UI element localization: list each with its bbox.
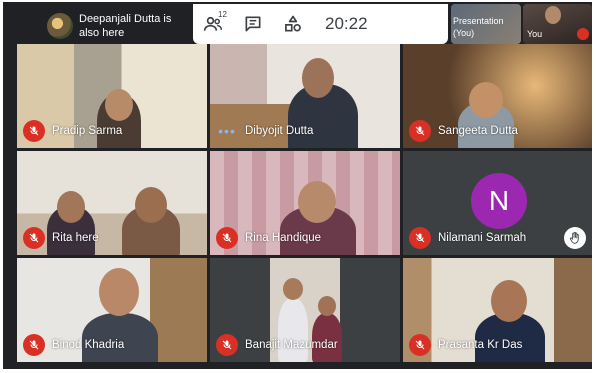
self-view-label: You [527,29,543,39]
shapes-icon [285,15,301,32]
presentation-label: Presentation (You) [453,16,504,38]
mic-off-icon [23,227,45,249]
avatar: N [471,173,527,229]
avatar [47,13,73,39]
participant-name: Prasanta Kr Das [438,339,523,351]
mic-off-icon [409,227,431,249]
mic-off-icon [23,334,45,356]
participant-tile[interactable]: N Nilamani Sarmah [403,151,592,255]
people-button[interactable]: 12 [193,4,233,44]
chat-button[interactable] [233,4,273,44]
join-notification: Deepanjali Dutta is also here [41,7,193,45]
mic-off-icon [409,334,431,356]
participant-count: 12 [218,10,227,19]
mic-off-icon [409,120,431,142]
participant-name: Pradip Sarma [52,125,123,137]
participant-tile[interactable]: Sangeeta Dutta [403,44,592,148]
mic-off-icon [23,120,45,142]
self-view-tile[interactable]: You [523,4,592,44]
chat-icon [245,16,261,32]
mic-off-icon [216,227,238,249]
participant-tile[interactable]: Rina Handique [210,151,400,255]
notification-text: Deepanjali Dutta is also here [79,13,172,39]
participant-name: Nilamani Sarmah [438,232,527,244]
participant-name: Dibyojit Dutta [245,125,314,137]
participant-name: Rita here [52,232,99,244]
participant-tile[interactable]: Banajit Mazumdar [210,258,400,362]
presentation-tile[interactable]: Presentation (You) [451,4,521,44]
participant-tile[interactable]: Rita here [17,151,207,255]
control-bar: 12 20:22 [193,4,448,44]
participant-tile[interactable]: Prasanta Kr Das [403,258,592,362]
meeting-clock: 20:22 [325,14,368,33]
participant-tile[interactable]: ••• Dibyojit Dutta [210,44,400,148]
participant-tile[interactable]: Pradip Sarma [17,44,207,148]
mic-off-icon [577,28,589,40]
participant-name: Banajit Mazumdar [245,339,338,351]
speaking-indicator-icon: ••• [218,123,236,139]
meeting-window: Deepanjali Dutta is also here 12 20:22 P… [3,2,592,369]
mic-off-icon [216,334,238,356]
participant-name: Binod Khadria [52,339,125,351]
activities-button[interactable] [273,4,313,44]
participant-name: Rina Handique [245,232,322,244]
participant-name: Sangeeta Dutta [438,125,518,137]
raised-hand-icon [564,227,586,249]
participant-tile[interactable]: Binod Khadria [17,258,207,362]
